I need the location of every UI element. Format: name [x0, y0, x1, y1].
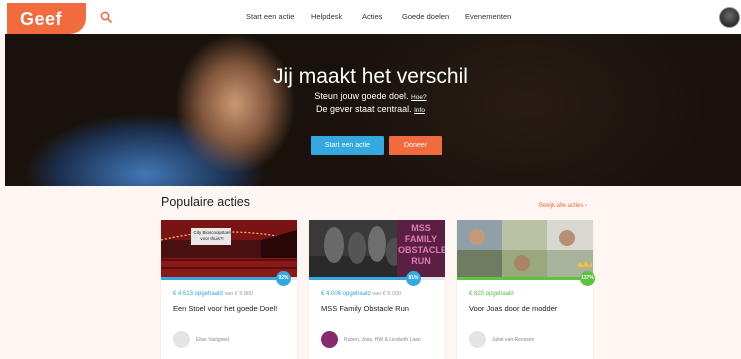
- section-title: Populaire acties: [161, 195, 250, 209]
- hero-info-link[interactable]: Info: [414, 107, 425, 114]
- progress-bar: [309, 277, 445, 280]
- nav-evenementen[interactable]: Evenementen: [465, 12, 511, 21]
- goal-value: van € 5.000: [372, 291, 402, 297]
- main-nav: Start een actie Helpdesk Acties Goede do…: [0, 12, 741, 26]
- start-een-actie-button[interactable]: Start een actie: [311, 136, 384, 155]
- card-title[interactable]: Voor Joas door de modder: [469, 304, 557, 313]
- hero-how-link[interactable]: Hoe?: [411, 94, 427, 101]
- progress-fill: [161, 277, 287, 280]
- raised-amount: € 4.006 opgehaald van € 5.000: [321, 291, 401, 297]
- goal-value: van € 5.000: [224, 291, 254, 297]
- raised-amount: € 4.613 opgehaald van € 5.000: [173, 291, 253, 297]
- raised-value: € 4.006 opgehaald: [321, 291, 371, 297]
- card-image-caption: MSS FAMILY OBSTACLE RUN: [398, 223, 445, 266]
- progress-bar: [457, 277, 593, 280]
- hero-line-2-text: De gever staat centraal.: [316, 104, 412, 114]
- card-title[interactable]: Een Stoel voor het goede Doel!: [173, 304, 277, 313]
- action-card-1[interactable]: City Bioscoopstoel voor thuis?! 92% € 4.…: [161, 220, 297, 359]
- hero-line-1: Steun jouw goede doel. Hoe?: [0, 91, 741, 101]
- author-name: Ruben, Joas, HW & Liesbeth Laan: [344, 337, 421, 343]
- user-avatar[interactable]: [719, 7, 740, 28]
- action-card-2[interactable]: MSS FAMILY OBSTACLE RUN 81% € 4.006 opge…: [309, 220, 445, 359]
- progress-badge: 137%: [580, 271, 595, 286]
- card-image-cinema: City Bioscoopstoel voor thuis?!: [161, 220, 297, 278]
- nav-acties[interactable]: Acties: [362, 12, 382, 21]
- nav-helpdesk[interactable]: Helpdesk: [311, 12, 342, 21]
- action-card-3[interactable]: 137% € 820 opgehaald Voor Joas door de m…: [457, 220, 595, 359]
- raised-amount: € 820 opgehaald: [469, 291, 514, 297]
- raised-value: € 820 opgehaald: [469, 291, 514, 297]
- author-avatar: [469, 331, 486, 348]
- hero-line-2: De gever staat centraal. Info: [0, 104, 741, 114]
- author-avatar: [321, 331, 338, 348]
- progress-fill: [457, 277, 593, 280]
- author-name: Juliet van Renssen: [492, 337, 535, 343]
- card-image-obstacle-run: MSS FAMILY OBSTACLE RUN: [309, 220, 445, 278]
- card-title[interactable]: MSS Family Obstacle Run: [321, 304, 409, 313]
- card-image-mud: [457, 220, 593, 278]
- doneer-button[interactable]: Doneer: [389, 136, 442, 155]
- author-name: Elise Vastgoed: [196, 337, 229, 343]
- hero-line-1-text: Steun jouw goede doel.: [314, 91, 409, 101]
- raised-value: € 4.613 opgehaald: [173, 291, 223, 297]
- nav-goede-doelen[interactable]: Goede doelen: [402, 12, 449, 21]
- hero-title: Jij maakt het verschil: [273, 65, 468, 88]
- top-navigation-bar: Geef Start een actie Helpdesk Acties Goe…: [0, 0, 741, 34]
- progress-badge: 92%: [276, 271, 291, 286]
- see-all-link[interactable]: Bekijk alle acties ›: [539, 203, 587, 209]
- card-image-caption: City Bioscoopstoel voor thuis?!: [193, 230, 231, 241]
- author-avatar: [173, 331, 190, 348]
- progress-badge: 81%: [406, 271, 421, 286]
- nav-start-een-actie[interactable]: Start een actie: [246, 12, 294, 21]
- progress-fill: [309, 277, 420, 280]
